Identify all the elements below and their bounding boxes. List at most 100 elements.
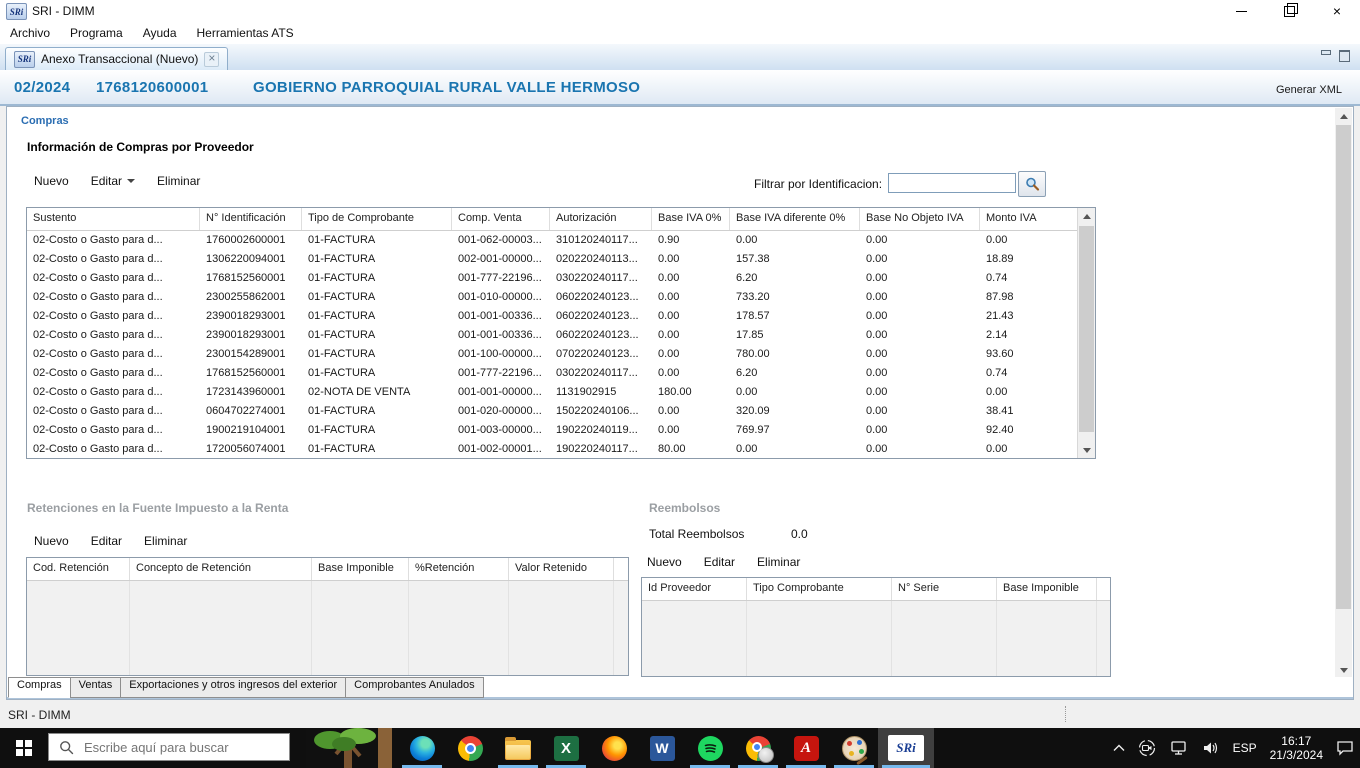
- toolbar-button-eliminar[interactable]: Eliminar: [748, 552, 809, 572]
- tab-close-icon[interactable]: ×: [204, 51, 220, 67]
- column-header[interactable]: N° Identificación: [200, 208, 302, 230]
- language-indicator[interactable]: ESP: [1233, 741, 1257, 755]
- taskbar-app-edge[interactable]: [398, 728, 446, 768]
- scrollbar-thumb[interactable]: [1336, 125, 1351, 609]
- toolbar-button-editar[interactable]: Editar: [82, 531, 131, 551]
- column-header[interactable]: Autorización: [550, 208, 652, 230]
- column-header[interactable]: Tipo de Comprobante: [302, 208, 452, 230]
- table-row[interactable]: 02-Costo o Gasto para d... 2390018293001 0…: [27, 326, 1095, 345]
- menu-item-ayuda[interactable]: Ayuda: [133, 23, 187, 43]
- toolbar-button-nuevo[interactable]: Nuevo: [25, 531, 78, 551]
- cell: 0.00: [658, 310, 680, 322]
- panel-maximize-button[interactable]: [1339, 50, 1350, 62]
- scroll-down-button[interactable]: [1335, 662, 1352, 678]
- column-header[interactable]: Base IVA diferente 0%: [730, 208, 860, 230]
- cell: 1900219104001: [206, 424, 286, 436]
- menu-item-programa[interactable]: Programa: [60, 23, 133, 43]
- table-row[interactable]: 02-Costo o Gasto para d... 1720056074001 0…: [27, 440, 1095, 458]
- panel-minimize-button[interactable]: [1321, 50, 1331, 59]
- cell: 01-FACTURA: [308, 234, 376, 246]
- table-scrollbar[interactable]: [1077, 208, 1095, 458]
- column-header[interactable]: Comp. Venta: [452, 208, 550, 230]
- section-tab-compras[interactable]: Compras: [8, 677, 71, 698]
- filter-identification-input[interactable]: [888, 173, 1016, 193]
- taskbar-app-acrobat[interactable]: A: [782, 728, 830, 768]
- cell: 80.00: [658, 443, 686, 455]
- section-tab-comprobantes-anulados[interactable]: Comprobantes Anulados: [345, 677, 484, 698]
- toolbar-button-editar[interactable]: Editar: [695, 552, 744, 572]
- toolbar-button-editar[interactable]: Editar: [82, 171, 144, 191]
- column-header[interactable]: Id Proveedor: [642, 578, 747, 600]
- taskbar-app-firefox[interactable]: [590, 728, 638, 768]
- scroll-up-button[interactable]: [1335, 108, 1352, 124]
- table-scroll-up-button[interactable]: [1078, 208, 1095, 224]
- cell: 18.89: [986, 253, 1014, 265]
- toolbar-button-nuevo[interactable]: Nuevo: [25, 171, 78, 191]
- cell: 060220240123...: [556, 291, 639, 303]
- column-header[interactable]: Base IVA 0%: [652, 208, 730, 230]
- column-header[interactable]: Valor Retenido: [509, 558, 614, 580]
- menu-item-archivo[interactable]: Archivo: [0, 23, 60, 43]
- column-header[interactable]: Base Imponible: [312, 558, 409, 580]
- column-header[interactable]: N° Serie: [892, 578, 997, 600]
- menu-item-herramientas-ats[interactable]: Herramientas ATS: [187, 23, 304, 43]
- table-row[interactable]: 02-Costo o Gasto para d... 1306220094001 0…: [27, 250, 1095, 269]
- column-header[interactable]: Base Imponible: [997, 578, 1097, 600]
- table-row[interactable]: 02-Costo o Gasto para d... 1900219104001 0…: [27, 421, 1095, 440]
- table-row[interactable]: 02-Costo o Gasto para d... 2390018293001 0…: [27, 307, 1095, 326]
- column-header[interactable]: Base No Objeto IVA: [860, 208, 980, 230]
- column-header[interactable]: %Retención: [409, 558, 509, 580]
- taskbar-app-paint[interactable]: [830, 728, 878, 768]
- column-header[interactable]: Tipo Comprobante: [747, 578, 892, 600]
- action-center-icon[interactable]: [1336, 740, 1354, 756]
- column-header[interactable]: Cod. Retención: [27, 558, 130, 580]
- taskbar-search[interactable]: [48, 733, 290, 761]
- tray-expand-chevron-icon[interactable]: [1113, 744, 1125, 752]
- table-row[interactable]: 02-Costo o Gasto para d... 2300255862001 0…: [27, 288, 1095, 307]
- table-row[interactable]: 02-Costo o Gasto para d... 1768152560001 0…: [27, 269, 1095, 288]
- table-row[interactable]: 02-Costo o Gasto para d... 1760002600001 0…: [27, 231, 1095, 250]
- table-row[interactable]: 02-Costo o Gasto para d... 1723143960001 0…: [27, 383, 1095, 402]
- main-scrollbar[interactable]: [1335, 108, 1352, 678]
- taskbar-search-input[interactable]: [82, 738, 266, 756]
- empty-column: [130, 581, 312, 675]
- taskbar-clock[interactable]: 16:17 21/3/2024: [1270, 734, 1323, 762]
- window-minimize-button[interactable]: [1218, 0, 1264, 22]
- column-header[interactable]: Concepto de Retención: [130, 558, 312, 580]
- taskbar-app-word[interactable]: W: [638, 728, 686, 768]
- column-header[interactable]: Sustento: [27, 208, 200, 230]
- section-tab-exportaciones-y-otros-ingresos-del-exterior[interactable]: Exportaciones y otros ingresos del exter…: [120, 677, 347, 698]
- cell: 87.98: [986, 291, 1014, 303]
- table-scroll-down-button[interactable]: [1078, 442, 1095, 458]
- toolbar-button-eliminar[interactable]: Eliminar: [135, 531, 196, 551]
- taskbar-app-chrome-profile[interactable]: [734, 728, 782, 768]
- chevron-down-icon[interactable]: [127, 179, 136, 183]
- cell: 0.00: [986, 443, 1008, 455]
- table-scrollbar-thumb[interactable]: [1079, 226, 1094, 432]
- taskbar-app-excel[interactable]: X: [542, 728, 590, 768]
- volume-icon[interactable]: [1202, 740, 1220, 756]
- toolbar-button-eliminar[interactable]: Eliminar: [148, 171, 209, 191]
- section-tab-ventas[interactable]: Ventas: [69, 677, 122, 698]
- table-row[interactable]: 02-Costo o Gasto para d... 2300154289001 0…: [27, 345, 1095, 364]
- filter-search-button[interactable]: [1018, 171, 1046, 197]
- cell: 0.00: [658, 253, 680, 265]
- column-header[interactable]: Monto IVA: [980, 208, 1078, 230]
- table-row[interactable]: 02-Costo o Gasto para d... 0604702274001 0…: [27, 402, 1095, 421]
- tab-anexo-transaccional[interactable]: SRi Anexo Transaccional (Nuevo) ×: [5, 47, 229, 70]
- cell: 01-FACTURA: [308, 253, 376, 265]
- generate-xml-button[interactable]: Generar XML: [1276, 84, 1342, 96]
- taskbar-app-file-explorer[interactable]: [494, 728, 542, 768]
- taskbar-app-sri-dimm[interactable]: SRi: [878, 728, 934, 768]
- table-row[interactable]: 02-Costo o Gasto para d... 1768152560001 0…: [27, 364, 1095, 383]
- toolbar-button-nuevo[interactable]: Nuevo: [638, 552, 691, 572]
- start-button[interactable]: [0, 728, 48, 768]
- taskbar-app-chrome[interactable]: [446, 728, 494, 768]
- window-restore-button[interactable]: [1266, 0, 1312, 22]
- menu-bar: Archivo Programa Ayuda Herramientas ATS: [0, 22, 1360, 44]
- network-icon[interactable]: [1169, 740, 1189, 756]
- window-close-button[interactable]: ×: [1314, 0, 1360, 22]
- taskbar-app-spotify[interactable]: [686, 728, 734, 768]
- meet-now-camera-icon[interactable]: [1138, 739, 1156, 757]
- windows-logo-icon: [16, 740, 32, 756]
